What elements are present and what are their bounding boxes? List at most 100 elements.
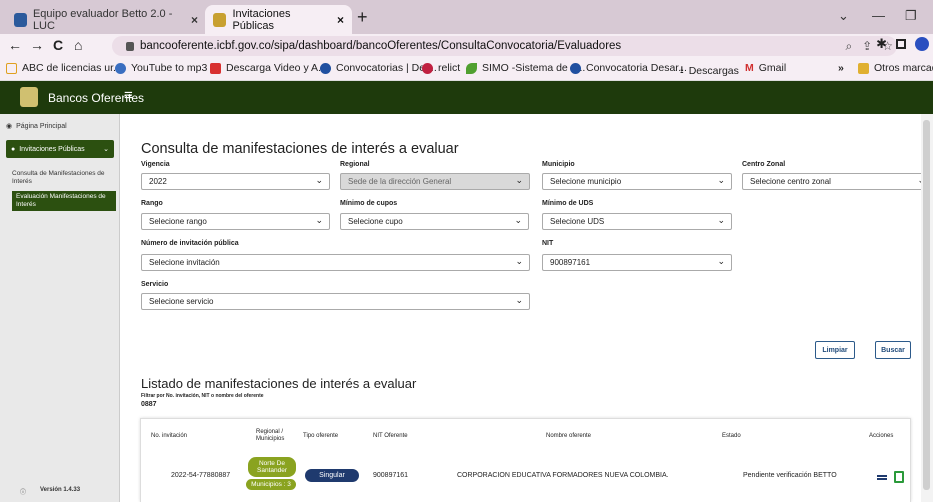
page-title: Consulta de manifestaciones de interés a… xyxy=(141,141,459,157)
chevron-down-icon: ⌄ xyxy=(514,215,522,225)
sidebar-item-evaluacion[interactable]: Evaluación Manifestaciones de Interés xyxy=(12,191,116,211)
listing-title: Listado de manifestaciones de interés a … xyxy=(141,376,417,391)
url-text: bancooferente.icbf.gov.co/sipa/dashboard… xyxy=(140,40,622,52)
sidepanel-icon[interactable] xyxy=(896,39,906,49)
main-content: Consulta de manifestaciones de interés a… xyxy=(121,114,933,502)
tab-label: Invitaciones Públicas xyxy=(232,7,291,32)
nombre-oferente: CORPORACION EDUCATIVA FORMADORES NUEVA C… xyxy=(457,472,669,479)
close-tab-icon[interactable]: × xyxy=(337,13,344,27)
close-tab-icon[interactable]: × xyxy=(191,13,198,27)
search-button[interactable]: Buscar xyxy=(875,341,911,359)
bookmarks-overflow[interactable]: » xyxy=(838,62,844,74)
globe-icon xyxy=(570,62,581,74)
bookmark-simo[interactable]: SIMO -Sistema de a... xyxy=(466,62,585,74)
bookmark-youtube-mp3[interactable]: YouTube to mp3 xyxy=(115,62,207,74)
column-header: Tipo oferente xyxy=(303,433,339,439)
invitation-number: 2022-54-77880887 xyxy=(171,472,231,479)
servicio-label: Servicio xyxy=(141,281,169,288)
municipio-select[interactable]: Selecione municipio ⌄ xyxy=(542,173,732,190)
invitacion-label: Número de invitación pública xyxy=(141,240,239,247)
info-icon: ⓘ xyxy=(20,490,27,496)
download-icon xyxy=(210,62,221,74)
bookmark-convocatoria-desar[interactable]: Convocatoria Desar... xyxy=(570,62,687,74)
scrollbar-thumb[interactable] xyxy=(923,120,930,490)
nit-select[interactable]: 900897161 ⌄ xyxy=(542,254,732,271)
icbf-logo xyxy=(20,87,38,107)
cloud-icon xyxy=(115,62,126,74)
column-header: Nombre oferente xyxy=(546,433,592,439)
bookmark-descargas[interactable]: ⭳ Descargas xyxy=(680,62,739,80)
circle-icon xyxy=(422,62,433,74)
chevron-down-icon: ⌄ xyxy=(515,295,523,305)
bookmark-convocatorias[interactable]: Convocatorias | Def... xyxy=(320,62,437,74)
minimo-cupos-select[interactable]: Selecione cupo ⌄ xyxy=(340,213,529,230)
profile-avatar[interactable] xyxy=(915,37,929,51)
sidebar-item-consulta[interactable]: Consulta de Manifestaciones de Interés xyxy=(12,170,112,186)
lock-icon xyxy=(126,41,134,51)
zoom-icon[interactable]: ⌕ xyxy=(845,36,852,56)
version-label: Versión 1.4.33 xyxy=(40,487,81,493)
minimo-cupos-label: Mínimo de cupos xyxy=(340,200,398,207)
extension-icons: ✱ xyxy=(876,36,929,52)
tab-search-icon[interactable]: ⌄ xyxy=(838,8,849,24)
bookmark-relict[interactable]: relict xyxy=(422,62,460,74)
clear-button[interactable]: Limpiar xyxy=(815,341,855,359)
municipio-label: Municipio xyxy=(542,161,575,168)
download-icon: ⭳ xyxy=(680,64,684,76)
tab-equipo-evaluador[interactable]: Equipo evaluador Betto 2.0 - LUC × xyxy=(6,5,206,34)
centro-zonal-select[interactable]: Selecione centro zonal⌄ xyxy=(742,173,932,190)
invitacion-select[interactable]: Selecione invitación ⌄ xyxy=(141,254,530,271)
tipo-oferente-badge: Singular xyxy=(305,469,359,482)
list-icon[interactable] xyxy=(877,475,887,480)
share-icon[interactable]: ⇪ xyxy=(862,36,872,56)
municipios-badge: Municipios : 3 xyxy=(246,479,296,490)
chevron-down-icon: ⌄ xyxy=(717,175,725,185)
square-icon xyxy=(6,62,17,74)
column-header: Regional / Municipios xyxy=(256,429,285,442)
shield-icon: ● xyxy=(11,145,16,153)
chevron-down-icon: ⌄ xyxy=(717,256,725,266)
extensions-puzzle-icon[interactable]: ✱ xyxy=(876,36,887,52)
bookmark-abc-licencias[interactable]: ABC de licencias ur... xyxy=(6,62,122,74)
servicio-select[interactable]: Selecione servicio ⌄ xyxy=(141,293,530,310)
address-bar[interactable]: bancooferente.icbf.gov.co/sipa/dashboard… xyxy=(112,36,897,56)
globe-icon xyxy=(320,62,331,74)
sidebar: ◉ Página Principal ● Invitaciones Públic… xyxy=(0,114,120,502)
regional-badge: Norte De Santander xyxy=(248,457,296,477)
bookmark-descarga-video[interactable]: Descarga Video y A... xyxy=(210,62,327,74)
regional-select: Sede de la dirección General ⌄ xyxy=(340,173,530,190)
chevron-down-icon: ⌄ xyxy=(515,175,523,185)
minimo-uds-select[interactable]: Selecione UDS ⌄ xyxy=(542,213,732,230)
sidebar-item-home[interactable]: ◉ Página Principal xyxy=(6,122,67,131)
tab-invitaciones-publicas[interactable]: Invitaciones Públicas × xyxy=(205,5,352,34)
app-header: Bancos Oferentes ≡ xyxy=(0,81,933,114)
column-header: NIT Oferente xyxy=(373,433,408,439)
restore-icon[interactable]: ❐ xyxy=(905,8,917,24)
column-header: No. invitación xyxy=(151,433,188,439)
bookmark-gmail[interactable]: M Gmail xyxy=(745,62,786,74)
results-table: No. invitación Regional / Municipios Tip… xyxy=(140,418,911,502)
column-header: Acciones xyxy=(869,433,894,439)
new-tab-button[interactable]: + xyxy=(357,7,368,28)
forward-icon[interactable]: → xyxy=(30,37,44,53)
sidebar-footer: ⓘ Versión 1.4.33 xyxy=(20,487,80,496)
home-icon[interactable]: ⌂ xyxy=(74,37,82,53)
chevron-down-icon: ⌄ xyxy=(315,215,323,225)
more-icon: » xyxy=(838,62,844,74)
review-action-icon[interactable] xyxy=(894,471,904,483)
sidebar-group-invitaciones[interactable]: ● Invitaciones Públicas ⌄ xyxy=(6,140,114,158)
rango-label: Rango xyxy=(141,200,163,207)
minimize-icon[interactable]: — xyxy=(872,8,885,23)
menu-toggle-icon[interactable]: ≡ xyxy=(124,87,133,104)
rango-select[interactable]: Selecione rango ⌄ xyxy=(141,213,330,230)
page-scrollbar[interactable] xyxy=(921,114,933,502)
filter-input[interactable]: 0887 xyxy=(141,401,157,408)
nit-label: NIT xyxy=(542,240,554,247)
reload-icon[interactable]: C xyxy=(53,37,63,53)
vigencia-select[interactable]: 2022 ⌄ xyxy=(141,173,330,190)
bookmark-other[interactable]: Otros marcado xyxy=(858,62,933,74)
back-icon[interactable]: ← xyxy=(8,37,22,53)
chevron-down-icon: ⌄ xyxy=(315,175,323,185)
folder-icon xyxy=(858,62,869,74)
estado-label: Pendiente verificación BETTO xyxy=(743,472,837,479)
